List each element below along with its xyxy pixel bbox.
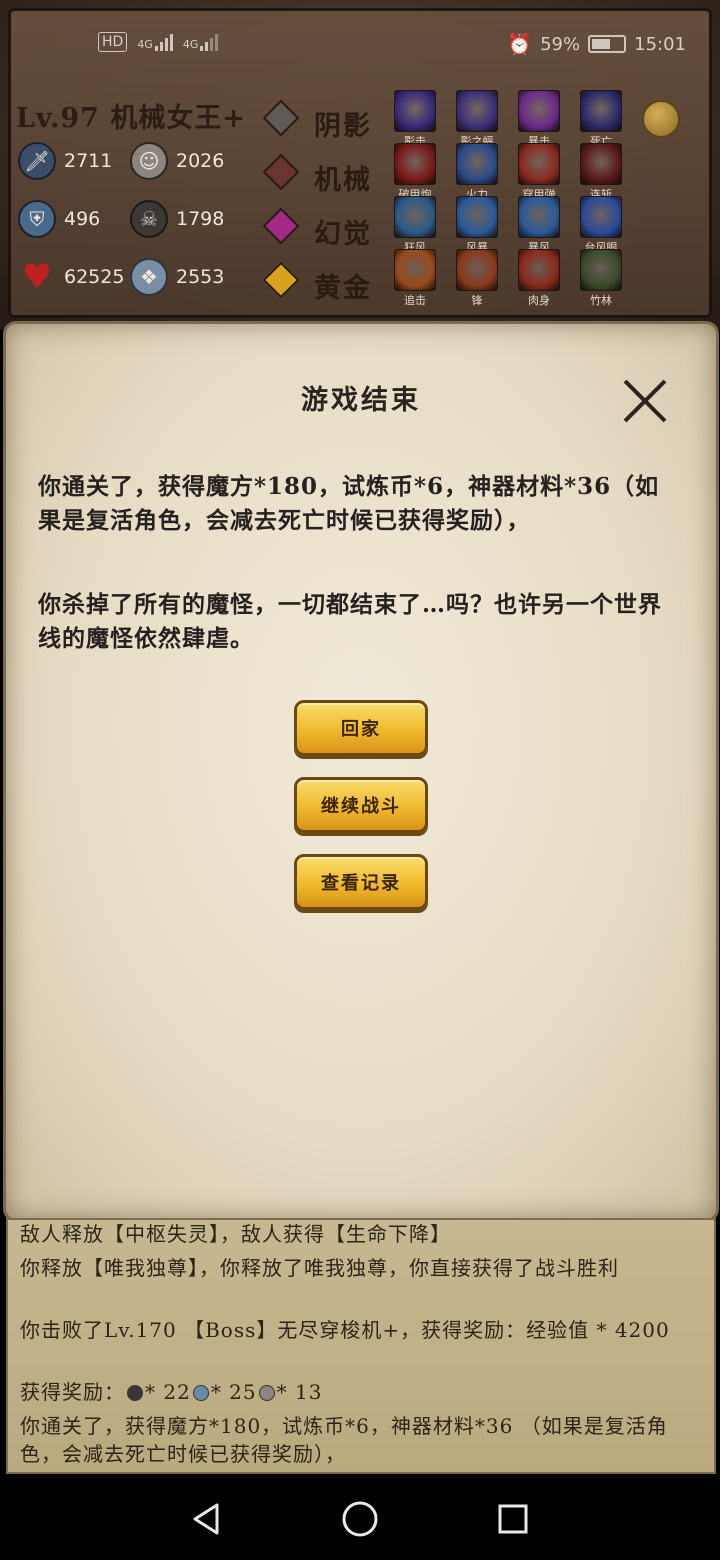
- coin-icon[interactable]: [642, 100, 680, 138]
- stat-value: 1798: [176, 208, 225, 230]
- skill-icon[interactable]: [518, 90, 560, 132]
- skill-icon[interactable]: [456, 196, 498, 238]
- skull-icon: ☠: [130, 200, 168, 238]
- stone-face-icon: ☺: [130, 142, 168, 180]
- recents-icon: [498, 1504, 528, 1534]
- back-button[interactable]: [184, 1496, 230, 1542]
- crystal-coin-icon: [192, 1385, 209, 1401]
- skill-icon[interactable]: [394, 196, 436, 238]
- battery-percent: 59%: [540, 33, 581, 55]
- stat-crystal: ❖ 2553: [130, 258, 224, 296]
- skill-icon[interactable]: [580, 196, 622, 238]
- stat-value: 2553: [176, 266, 225, 288]
- skill-icon[interactable]: [580, 90, 622, 132]
- heart-icon: ♥: [21, 257, 53, 297]
- element-illusion: 幻觉: [314, 219, 372, 250]
- battery-fill: [592, 39, 611, 49]
- skill-icon[interactable]: [456, 249, 498, 291]
- battery-icon: [588, 35, 627, 53]
- stat-defense: ⛨ 496: [18, 200, 100, 238]
- view-records-button[interactable]: 查看记录: [294, 854, 428, 910]
- signal-icon: [154, 33, 173, 51]
- close-icon: [623, 379, 667, 423]
- back-icon: [193, 1503, 219, 1535]
- stat-stone: ☺ 2026: [130, 142, 224, 180]
- shield-icon: ⛨: [18, 200, 56, 238]
- skill-label: 竹林: [590, 294, 612, 307]
- skill-label: 锋: [471, 294, 483, 307]
- stat-value: 2711: [64, 150, 113, 172]
- close-button[interactable]: [620, 376, 670, 426]
- skill-icon[interactable]: [456, 90, 498, 132]
- stat-value: 496: [64, 208, 101, 230]
- stat-skull: ☠ 1798: [130, 200, 224, 238]
- stone-coin-icon: [258, 1385, 275, 1401]
- dialog-title: 游戏结束: [301, 385, 421, 416]
- skill-icon[interactable]: [518, 143, 560, 185]
- home-icon: [342, 1501, 378, 1537]
- log-reward-line: 获得奖励： * 22 * 25 * 13: [20, 1378, 700, 1406]
- skill-icon[interactable]: [580, 249, 622, 291]
- log-line: 你通关了，获得魔方*180，试炼币*6，神器材料*36 （如果是复活角色，会减去…: [20, 1414, 668, 1466]
- clock: 15:01: [634, 33, 686, 55]
- stat-health: ♥ 62525: [18, 257, 125, 297]
- stat-value: 62525: [64, 266, 125, 288]
- reward-label: 获得奖励：: [20, 1380, 125, 1404]
- hd-icon: HD: [98, 32, 128, 52]
- game-over-dialog: 游戏结束 你通关了，获得魔方*180，试炼币*6，神器材料*36（如果是复活角色…: [6, 324, 716, 1219]
- signal-sim1: 4G: [137, 33, 173, 51]
- skill-icon[interactable]: [394, 143, 436, 185]
- log-line: 敌人释放【中枢失灵】，敌人获得【生命下降】: [20, 1222, 451, 1246]
- skill-label: 肉身: [528, 294, 550, 307]
- player-title: Lv.97 机械女王+: [16, 103, 246, 134]
- log-line: 你释放【唯我独尊】，你释放了唯我独尊，你直接获得了战斗胜利: [20, 1256, 619, 1280]
- signal-sim2: 4G: [183, 33, 219, 51]
- dialog-ending-text: 你杀掉了所有的魔怪，一切都结束了…吗？也许另一个世界线的魔怪依然肆虐。: [38, 591, 662, 652]
- skill-icon[interactable]: [394, 249, 436, 291]
- reward-value: * 22: [145, 1380, 191, 1404]
- skill-icon[interactable]: [518, 196, 560, 238]
- skull-coin-icon: [127, 1385, 143, 1401]
- sim1-label: 4G: [137, 38, 153, 51]
- alarm-icon: ⏰: [507, 32, 533, 56]
- sim2-label: 4G: [182, 38, 199, 51]
- skill-label: 追击: [404, 294, 426, 307]
- status-bar: HD 4G 4G ⏰ 59% 15:01: [0, 28, 720, 60]
- crystal-icon: ❖: [130, 258, 168, 296]
- skill-icon[interactable]: [394, 90, 436, 132]
- reward-value: * 13: [276, 1380, 323, 1404]
- stat-value: 2026: [176, 150, 225, 172]
- home-button[interactable]: 回家: [294, 700, 428, 756]
- recents-button[interactable]: [490, 1496, 536, 1542]
- skill-icon[interactable]: [580, 143, 622, 185]
- home-nav-button[interactable]: [337, 1496, 383, 1542]
- log-line: 你击败了Lv.170 【Boss】无尽穿梭机+，获得奖励：经验值 * 4200: [20, 1318, 670, 1342]
- dialog-reward-text: 你通关了，获得魔方*180，试炼币*6，神器材料*36（如果是复活角色，会减去死…: [38, 473, 660, 534]
- skill-icon[interactable]: [518, 249, 560, 291]
- stat-attack: 🗡 2711: [18, 142, 112, 180]
- element-mechanic: 机械: [314, 165, 372, 196]
- navigation-bar: [0, 1478, 720, 1560]
- sword-icon: 🗡: [18, 142, 56, 180]
- battle-log[interactable]: 敌人释放【中枢失灵】，敌人获得【生命下降】 你释放【唯我独尊】，你释放了唯我独尊…: [6, 1218, 716, 1474]
- reward-value: * 25: [210, 1380, 257, 1404]
- element-shadow: 阴影: [314, 111, 372, 142]
- element-gold: 黄金: [314, 273, 372, 304]
- continue-battle-button[interactable]: 继续战斗: [294, 777, 428, 833]
- signal-icon: [200, 33, 219, 51]
- skill-icon[interactable]: [456, 143, 498, 185]
